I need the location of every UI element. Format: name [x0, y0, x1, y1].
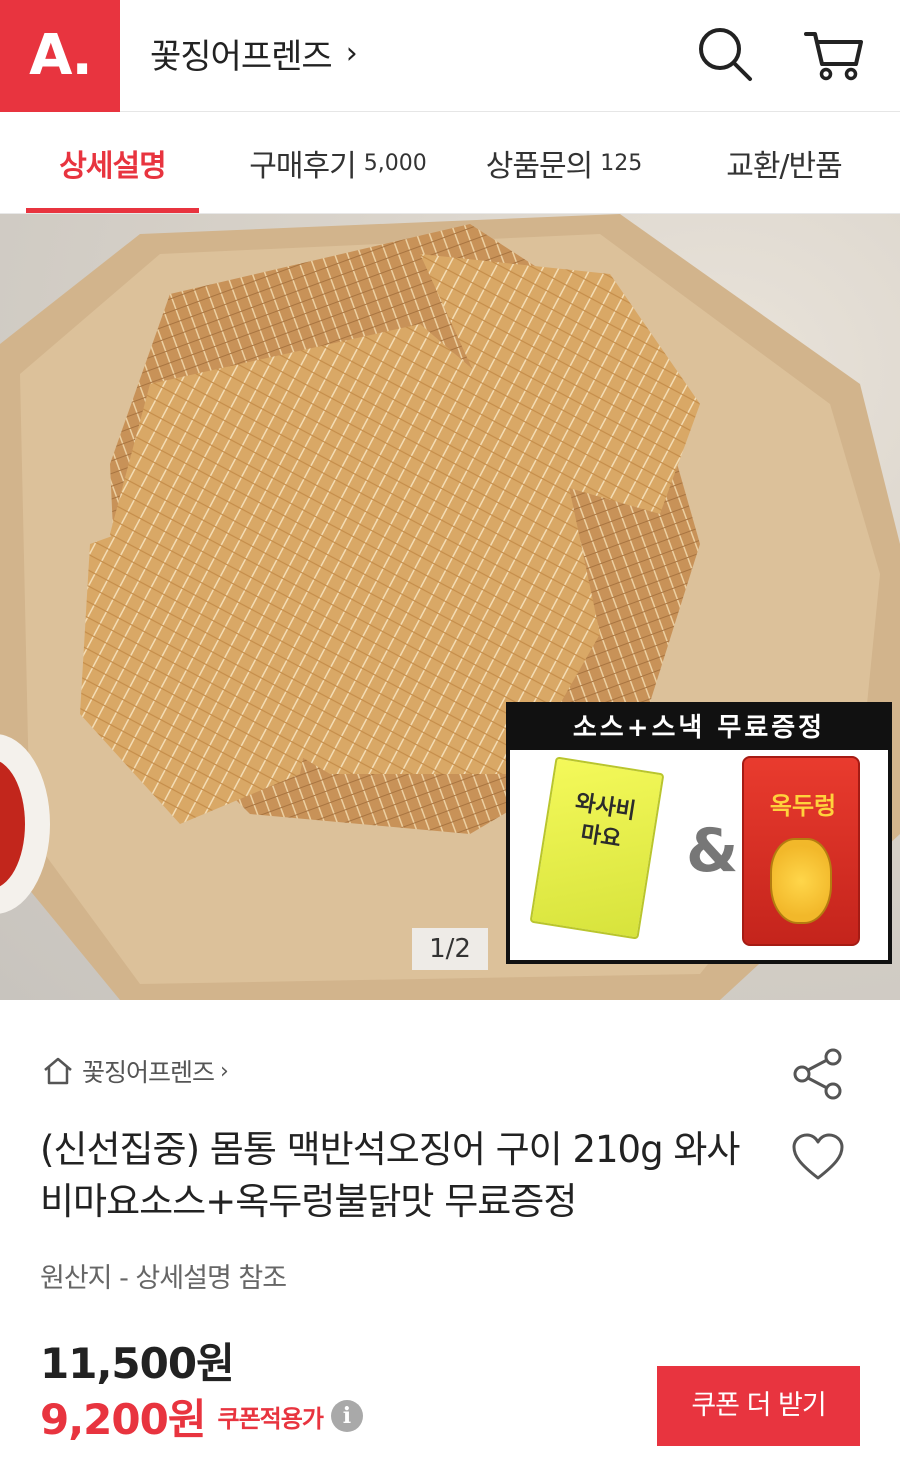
- tab-label: 교환/반품: [726, 149, 843, 184]
- active-tab-indicator: [26, 208, 199, 213]
- review-count: 5,000: [363, 150, 427, 176]
- chevron-right-icon: ›: [220, 1058, 229, 1084]
- app-logo[interactable]: A.: [0, 0, 120, 112]
- search-icon[interactable]: [692, 22, 758, 88]
- inquiry-count: 125: [600, 150, 643, 176]
- sauce-label: 와사비 마요: [573, 790, 638, 853]
- share-icon[interactable]: [790, 1046, 846, 1102]
- tab-label: 상세설명: [59, 149, 166, 184]
- sale-price-row: 9,200원 쿠폰적용가 i: [40, 1390, 363, 1444]
- ampersand: &: [686, 816, 739, 886]
- carousel-page-indicator: 1/2: [412, 928, 488, 970]
- tab-label: 상품문의: [485, 149, 593, 184]
- free-gift-promo: 소스+스낵 무료증정 와사비 마요 & 옥두렁: [506, 702, 892, 964]
- heart-icon[interactable]: [790, 1132, 846, 1182]
- corn-snack-image: 옥두렁: [742, 756, 860, 946]
- store-link[interactable]: 꽃징어프렌즈 ›: [150, 28, 358, 78]
- snack-label: 옥두렁: [769, 792, 837, 820]
- info-icon[interactable]: i: [330, 1400, 363, 1432]
- product-tabs: 상세설명 구매후기 5,000 상품문의 125 교환/반품: [0, 112, 900, 214]
- tab-details[interactable]: 상세설명: [26, 112, 199, 214]
- origin-info: 원산지 - 상세설명 참조: [40, 1263, 287, 1294]
- tab-inquiries[interactable]: 상품문의 125: [466, 112, 662, 214]
- tab-label: 구매후기: [249, 149, 356, 184]
- cart-icon[interactable]: [800, 22, 866, 88]
- store-breadcrumb[interactable]: 꽃징어프렌즈 ›: [42, 1054, 229, 1088]
- coupon-price: 9,200원: [40, 1394, 206, 1444]
- tab-reviews[interactable]: 구매후기 5,000: [228, 112, 448, 214]
- original-price: 11,500원: [40, 1339, 235, 1388]
- product-title: (신선집중) 몸통 맥반석오징어 구이 210g 와사비마요소스+옥두렁불닭맛 …: [40, 1128, 740, 1223]
- tab-returns[interactable]: 교환/반품: [700, 112, 868, 214]
- corn-icon: [770, 838, 832, 924]
- store-name: 꽃징어프렌즈: [150, 36, 333, 77]
- home-icon: [44, 1057, 72, 1085]
- get-more-coupons-button[interactable]: 쿠폰 더 받기: [657, 1366, 860, 1446]
- chevron-right-icon: ›: [345, 35, 358, 71]
- promo-title: 소스+스낵 무료증정: [510, 706, 888, 750]
- coupon-price-label: 쿠폰적용가: [217, 1404, 324, 1433]
- breadcrumb-store-name: 꽃징어프렌즈: [82, 1058, 215, 1087]
- app-header: A. 꽃징어프렌즈 ›: [0, 0, 900, 112]
- wasabi-mayo-sauce-image: 와사비 마요: [529, 756, 665, 940]
- product-image-carousel[interactable]: 소스+스낵 무료증정 와사비 마요 & 옥두렁 1/2: [0, 214, 900, 1000]
